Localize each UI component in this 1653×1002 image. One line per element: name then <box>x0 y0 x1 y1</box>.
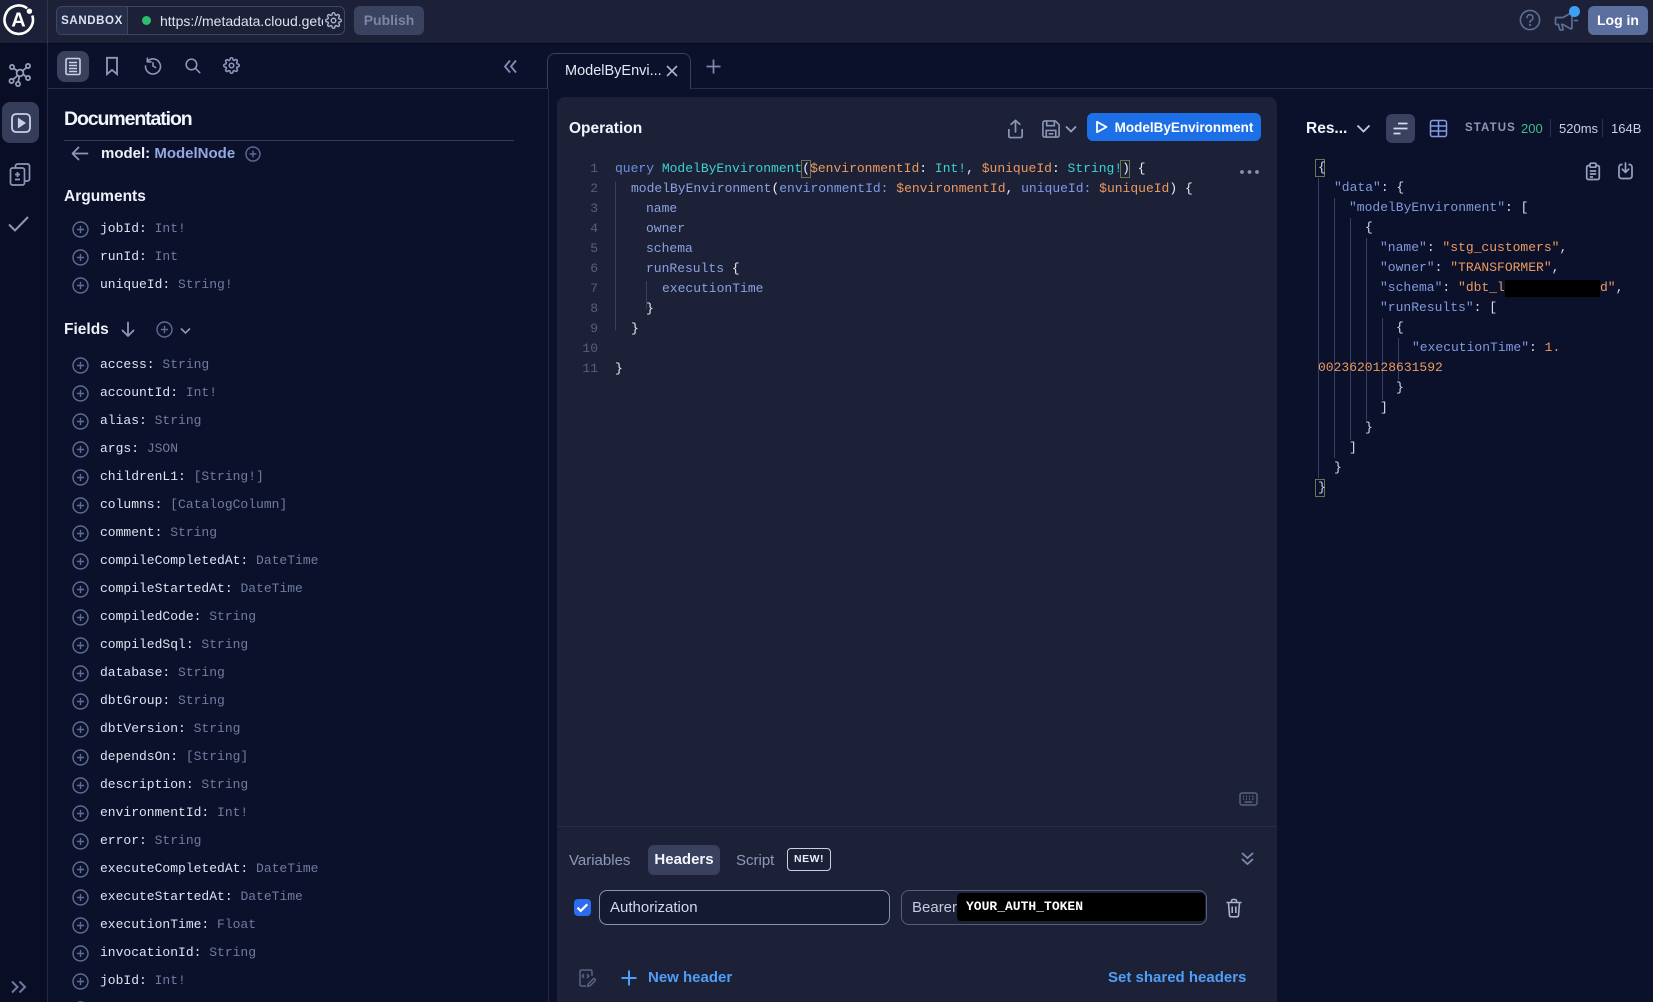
svg-text:A: A <box>11 10 25 32</box>
